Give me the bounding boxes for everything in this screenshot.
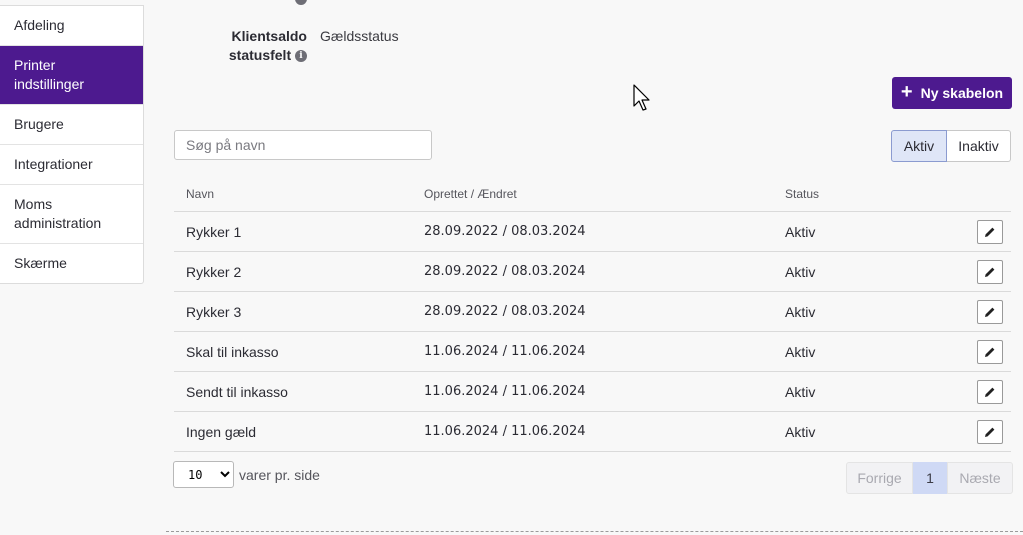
new-template-button[interactable]: + Ny skabelon — [892, 77, 1012, 109]
sidebar-item-integrationer[interactable]: Integrationer — [0, 145, 143, 185]
row-status: Aktiv — [785, 303, 816, 320]
page-number-button[interactable]: 1 — [913, 462, 947, 494]
edit-button[interactable] — [977, 219, 1003, 244]
table-row: Sendt til inkasso 11.06.2024 / 11.06.202… — [174, 372, 1011, 412]
edit-button[interactable] — [977, 339, 1003, 364]
per-page-control: 10 varer pr. side — [173, 461, 320, 488]
edit-button[interactable] — [977, 379, 1003, 404]
field-label: Klientsaldo statusfelt i — [200, 27, 307, 65]
filter-inactive-button[interactable]: Inaktiv — [947, 130, 1011, 162]
pencil-icon — [985, 347, 995, 357]
divider — [166, 531, 1023, 532]
row-name: Sendt til inkasso — [186, 383, 288, 400]
table-row: Rykker 2 28.09.2022 / 08.03.2024 Aktiv — [174, 252, 1011, 292]
pencil-icon — [985, 427, 995, 437]
table-header: Navn Oprettet / Ændret Status — [174, 176, 1011, 212]
row-name: Rykker 1 — [186, 223, 242, 240]
templates-table: Navn Oprettet / Ændret Status Rykker 1 2… — [174, 176, 1011, 452]
sidebar-item-brugere[interactable]: Brugere — [0, 105, 143, 145]
row-dates: 11.06.2024 / 11.06.2024 — [424, 424, 586, 439]
table-row: Ingen gæld 11.06.2024 / 11.06.2024 Aktiv — [174, 412, 1011, 452]
mouse-cursor-icon — [633, 84, 650, 111]
info-icon — [295, 0, 307, 5]
sidebar-item-moms-administration[interactable]: Moms administration — [0, 185, 143, 244]
row-dates: 28.09.2022 / 08.03.2024 — [424, 304, 586, 319]
pencil-icon — [985, 307, 995, 317]
row-name: Rykker 3 — [186, 303, 242, 320]
next-page-button[interactable]: Næste — [947, 462, 1013, 494]
row-status: Aktiv — [785, 263, 816, 280]
edit-button[interactable] — [977, 299, 1003, 324]
edit-button[interactable] — [977, 259, 1003, 284]
status-filter-toggle: Aktiv Inaktiv — [891, 130, 1011, 162]
table-row: Rykker 3 28.09.2022 / 08.03.2024 Aktiv — [174, 292, 1011, 332]
per-page-label: varer pr. side — [239, 466, 320, 483]
search-input[interactable] — [174, 130, 432, 160]
filter-active-button[interactable]: Aktiv — [891, 130, 947, 162]
row-name: Ingen gæld — [186, 423, 257, 440]
column-header-dates[interactable]: Oprettet / Ændret — [424, 187, 517, 201]
table-row: Rykker 1 28.09.2022 / 08.03.2024 Aktiv — [174, 212, 1011, 252]
row-status: Aktiv — [785, 343, 816, 360]
plus-icon: + — [900, 81, 913, 103]
row-dates: 28.09.2022 / 08.03.2024 — [424, 264, 586, 279]
info-icon[interactable]: i — [295, 50, 307, 63]
table-row: Skal til inkasso 11.06.2024 / 11.06.2024… — [174, 332, 1011, 372]
row-dates: 28.09.2022 / 08.03.2024 — [424, 224, 586, 239]
field-label-line1: Klientsaldo — [231, 28, 307, 44]
sidebar-item-skaerme[interactable]: Skærme — [0, 244, 143, 283]
field-value: Gældsstatus — [320, 28, 399, 44]
row-status: Aktiv — [785, 383, 816, 400]
sidebar-item-printer-indstillinger[interactable]: Printer indstillinger — [0, 46, 143, 105]
row-status: Aktiv — [785, 423, 816, 440]
edit-button[interactable] — [977, 419, 1003, 444]
row-name: Skal til inkasso — [186, 343, 279, 360]
sidebar-item-afdeling[interactable]: Afdeling — [0, 6, 143, 46]
pencil-icon — [985, 227, 995, 237]
row-dates: 11.06.2024 / 11.06.2024 — [424, 384, 586, 399]
row-status: Aktiv — [785, 223, 816, 240]
new-template-label: Ny skabelon — [920, 85, 1004, 101]
field-label-line2: statusfelt — [228, 47, 292, 63]
prev-page-button[interactable]: Forrige — [846, 462, 913, 494]
pagination: Forrige 1 Næste — [846, 462, 1013, 494]
row-dates: 11.06.2024 / 11.06.2024 — [424, 344, 586, 359]
sidebar: Afdeling Printer indstillinger Brugere I… — [0, 5, 144, 284]
pencil-icon — [985, 387, 995, 397]
row-name: Rykker 2 — [186, 263, 242, 280]
pencil-icon — [985, 267, 995, 277]
column-header-name[interactable]: Navn — [186, 187, 214, 201]
field-label-line2-wrap: statusfelt i — [200, 46, 307, 65]
column-header-status[interactable]: Status — [785, 187, 819, 201]
per-page-select[interactable]: 10 — [173, 461, 234, 488]
